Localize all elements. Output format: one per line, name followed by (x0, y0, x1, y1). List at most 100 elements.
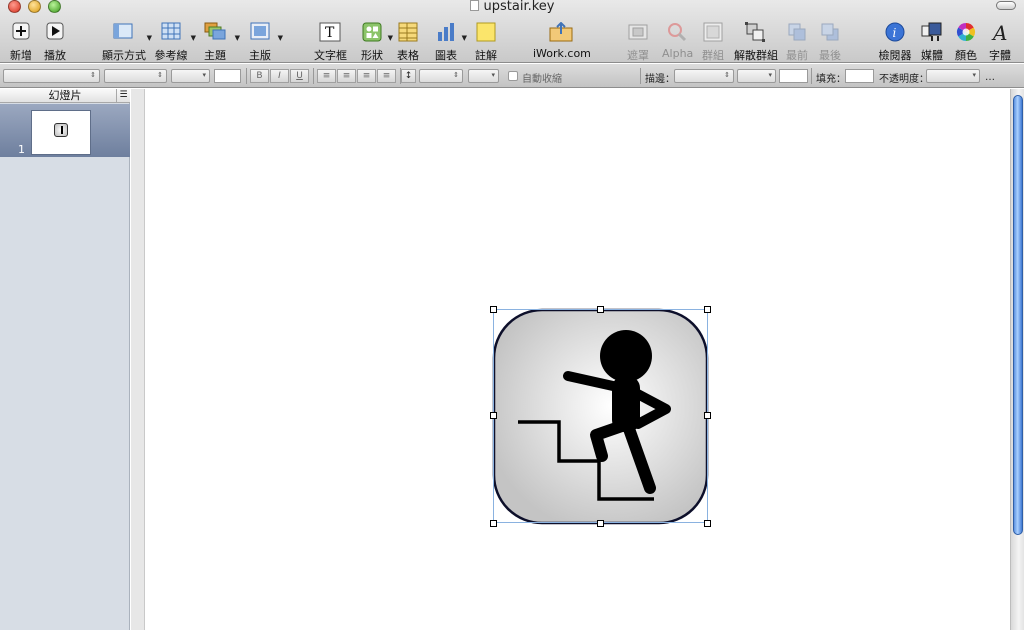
autoshrink-checkbox[interactable] (508, 71, 518, 81)
table-icon (396, 22, 420, 42)
stroke-width-select[interactable]: ▾ (737, 69, 776, 83)
alpha-label: Alpha (662, 47, 694, 60)
fonts-button[interactable]: A 字體 (988, 21, 1012, 63)
svg-text:A: A (991, 22, 1007, 42)
shapes-menu-button[interactable]: ▼ 形狀 (359, 22, 393, 63)
group-label: 群組 (702, 49, 724, 62)
font-family-select[interactable]: ⇕ (104, 69, 167, 83)
separator (313, 68, 314, 84)
color-wheel-icon (954, 22, 978, 42)
text-box-label: 文字框 (314, 49, 347, 62)
navigator-header: 幻燈片 ☰ (0, 89, 130, 103)
scrollbar-thumb[interactable] (1013, 95, 1023, 535)
resize-handle-bottom-right[interactable] (704, 520, 711, 527)
bold-button[interactable]: B (250, 69, 269, 83)
text-box-icon: T (314, 22, 346, 42)
align-center-button[interactable]: ≡ (337, 69, 356, 83)
justify-button[interactable]: ≡ (377, 69, 396, 83)
new-slide-button[interactable]: 新增 (8, 22, 34, 63)
font-typeface-select[interactable]: ▾ (171, 69, 210, 83)
columns-select[interactable]: ▾ (468, 69, 499, 83)
font-size-field[interactable] (214, 69, 241, 83)
resize-handle-right[interactable] (704, 412, 711, 419)
table-button[interactable]: 表格 (396, 22, 420, 63)
themes-icon: ▼ (198, 22, 240, 42)
stroke-color-well[interactable] (779, 69, 808, 83)
media-label: 媒體 (921, 49, 943, 62)
resize-handle-top-left[interactable] (490, 306, 497, 313)
slide-thumbnail[interactable] (31, 110, 91, 155)
selection-outline (493, 309, 708, 523)
resize-handle-left[interactable] (490, 412, 497, 419)
chevron-down-icon: ▼ (234, 34, 240, 42)
grid-icon: ▼ (154, 22, 196, 42)
mask-icon (626, 22, 650, 42)
guides-menu-button[interactable]: ▼ 參考線 (154, 22, 196, 63)
vertical-scrollbar[interactable] (1010, 89, 1024, 630)
underline-button[interactable]: U (290, 69, 309, 83)
document-icon (469, 0, 479, 11)
separator (640, 68, 641, 84)
slide-thumbnail-item[interactable]: 1 (0, 104, 130, 157)
inspector-button[interactable]: i 檢閱器 (877, 22, 913, 63)
navigator-title: 幻燈片 (48, 89, 82, 102)
chart-label: 圖表 (435, 49, 457, 62)
masters-icon: ▼ (245, 22, 283, 42)
new-label: 新增 (10, 49, 32, 62)
line-spacing-select[interactable]: ⇕ (419, 69, 463, 83)
opacity-select[interactable]: ▾ (926, 69, 980, 83)
comment-button[interactable]: 註解 (474, 22, 498, 63)
fill-color-well[interactable] (845, 69, 874, 83)
send-back-label: 最後 (819, 49, 841, 62)
autoshrink-label: 自動收縮 (522, 74, 562, 85)
iwork-share-button[interactable]: iWork.com (533, 21, 591, 60)
themes-menu-button[interactable]: ▼ 主題 (198, 22, 240, 63)
chevron-down-icon: ▼ (277, 34, 283, 42)
chevron-down-icon: ▼ (190, 34, 196, 42)
more-options-icon[interactable]: … (985, 72, 995, 83)
align-left-button[interactable]: ≡ (317, 69, 336, 83)
svg-text:i: i (893, 26, 897, 40)
chevron-down-icon: ▼ (387, 34, 393, 42)
chevron-down-icon: ▾ (768, 71, 772, 79)
media-icon (919, 22, 945, 42)
play-label: 播放 (44, 49, 66, 62)
chart-menu-button[interactable]: ▼ 圖表 (433, 22, 467, 63)
masters-label: 主版 (249, 49, 271, 62)
chevron-down-icon: ▼ (461, 34, 467, 42)
group-button[interactable]: 群組 (701, 22, 725, 63)
chart-icon: ▼ (433, 22, 467, 42)
colors-button[interactable]: 顏色 (954, 22, 978, 63)
slide-navigator: 幻燈片 ☰ 1 (0, 89, 130, 630)
fonts-label: 字體 (989, 49, 1011, 62)
resize-handle-top-right[interactable] (704, 306, 711, 313)
align-right-button[interactable]: ≡ (357, 69, 376, 83)
line-spacing-icon[interactable]: ↕ (401, 69, 416, 83)
updown-arrow-icon: ⇕ (157, 71, 163, 79)
view-label: 顯示方式 (102, 49, 146, 62)
send-back-button[interactable]: 最後 (818, 22, 842, 63)
inspector-label: 檢閱器 (878, 49, 912, 62)
media-button[interactable]: 媒體 (919, 22, 945, 63)
mask-button[interactable]: 遮罩 (626, 22, 650, 63)
updown-arrow-icon: ⇕ (724, 71, 730, 79)
opacity-label: 不透明度： (879, 74, 929, 85)
paragraph-style-select[interactable]: ⇕ (3, 69, 100, 83)
shapes-label: 形狀 (361, 49, 383, 62)
bring-front-button[interactable]: 最前 (785, 22, 809, 63)
text-box-button[interactable]: T 文字框 (314, 22, 347, 63)
toolbar-toggle-button[interactable] (996, 1, 1016, 10)
resize-handle-bottom-left[interactable] (490, 520, 497, 527)
resize-handle-top[interactable] (597, 306, 604, 313)
alpha-button[interactable]: Alpha (662, 22, 694, 60)
play-button[interactable]: 播放 (42, 22, 68, 63)
ungroup-button[interactable]: 解散群組 (734, 22, 778, 63)
italic-button[interactable]: I (270, 69, 289, 83)
separator (811, 68, 812, 84)
masters-menu-button[interactable]: ▼ 主版 (245, 22, 283, 63)
menu-icon[interactable]: ☰ (116, 89, 130, 103)
navigator-resize-gutter[interactable] (131, 89, 145, 630)
resize-handle-bottom[interactable] (597, 520, 604, 527)
stroke-style-select[interactable]: ⇕ (674, 69, 734, 83)
view-menu-button[interactable]: ▼ 顯示方式 (102, 22, 152, 63)
